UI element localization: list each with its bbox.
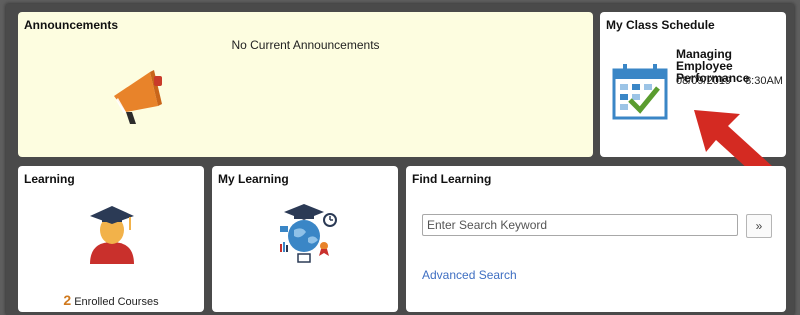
find-learning-title: Find Learning (412, 172, 492, 186)
enrolled-count: 2 (63, 292, 72, 308)
my-learning-title: My Learning (218, 172, 289, 186)
search-button[interactable]: » (746, 214, 772, 238)
graduate-icon (90, 206, 134, 264)
advanced-search-link[interactable]: Advanced Search (422, 268, 517, 282)
learning-tile[interactable]: Learning 2 Enrolled Courses (18, 166, 204, 312)
learning-globe-icon (280, 204, 337, 263)
enrolled-label: Enrolled Courses (74, 296, 159, 308)
find-learning-tile: Find Learning » Advanced Search (406, 166, 786, 312)
course-date: 08/09/2019 (676, 75, 732, 87)
class-schedule-title: My Class Schedule (606, 18, 715, 32)
announcements-title: Announcements (24, 18, 119, 32)
course-datetime: 08/09/2019 8:30AM M (676, 75, 786, 87)
enrolled-courses[interactable]: 2 Enrolled Courses (18, 292, 204, 308)
announcements-message: No Current Announcements (231, 38, 380, 52)
search-input[interactable] (422, 214, 738, 236)
announcements-tile[interactable]: Announcements No Current Announcements (18, 12, 593, 157)
megaphone-icon (114, 70, 162, 124)
course-time: 8:30AM M (745, 75, 786, 87)
my-learning-tile[interactable]: My Learning (212, 166, 398, 312)
learning-title: Learning (24, 172, 75, 186)
calendar-check-icon (612, 64, 668, 120)
